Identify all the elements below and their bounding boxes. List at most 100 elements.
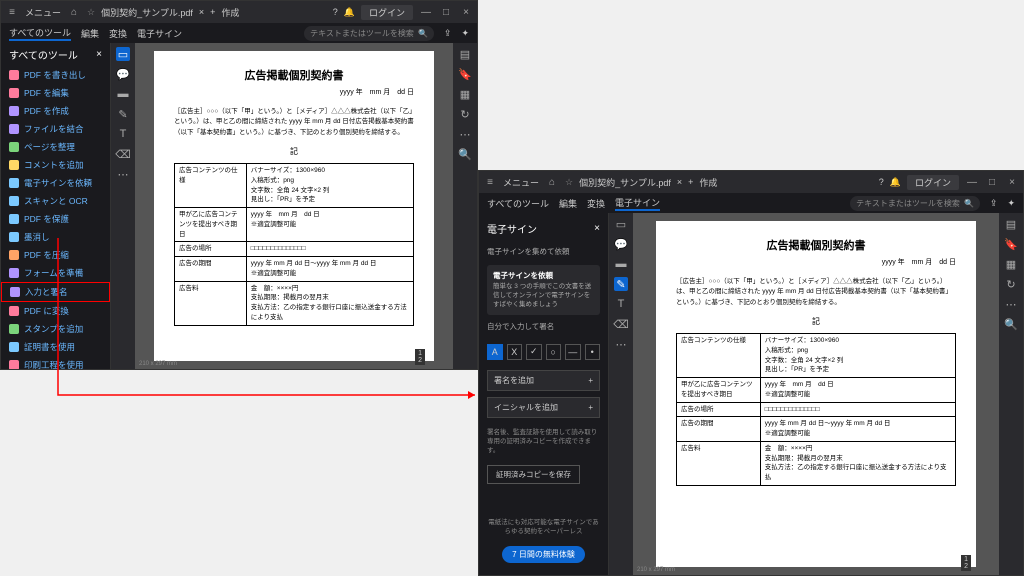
document-area[interactable]: 広告掲載個別契約書 yyyy 年 mm 月 dd 日 ［広告主］○○○（以下「甲…	[633, 213, 999, 575]
sign-tool-icon[interactable]: ✎	[614, 277, 628, 291]
tab-add[interactable]: +	[210, 7, 215, 17]
menu-label[interactable]: メニュー	[25, 6, 61, 19]
esign-request-box[interactable]: 電子サインを依頼簡単な 3 つの手順でこの文書を送信してオンラインで電子サインを…	[487, 265, 600, 315]
search-input[interactable]: テキストまたはツールを検索 🔍	[304, 26, 434, 41]
login-button[interactable]: ログイン	[361, 5, 413, 20]
search-input[interactable]: テキストまたはツールを検索 🔍	[850, 196, 980, 211]
rotate-icon[interactable]: ↻	[1004, 277, 1018, 291]
right-toolstrip: ▤ 🔖 ▦ ↻ ⋯ 🔍	[999, 213, 1023, 575]
sidebar-item[interactable]: PDF を圧縮	[1, 246, 110, 264]
highlight-tool-icon[interactable]: ▬	[614, 257, 628, 271]
comment-tool-icon[interactable]: 💬	[116, 67, 130, 81]
minimize-icon[interactable]: —	[965, 175, 979, 189]
more-tool-icon[interactable]: ⋯	[116, 167, 130, 181]
sidebar-all-tools: すべてのツール× PDF を書き出しPDF を編集PDF を作成ファイルを結合ペ…	[1, 43, 111, 369]
maximize-icon[interactable]: □	[439, 5, 453, 19]
doc-table: 広告コンテンツの仕様バナーサイズ：1300×960入稿形式：png文字数：全角 …	[676, 333, 956, 486]
comment-tool-icon[interactable]: 💬	[614, 237, 628, 251]
select-tool-icon[interactable]: ▭	[116, 47, 130, 61]
menubar: すべてのツール 編集 変換 電子サイン テキストまたはツールを検索 🔍 ⇪ ✦	[1, 23, 477, 43]
x-tool[interactable]: X	[507, 344, 523, 360]
esign-header: 電子サイン	[487, 221, 537, 236]
check-tool[interactable]: ✓	[526, 344, 542, 360]
sidebar-item[interactable]: 入力と署名	[1, 282, 110, 302]
trial-button[interactable]: 7 日間の無料体験	[502, 546, 585, 563]
close-icon[interactable]: ×	[459, 5, 473, 19]
sidebar-item[interactable]: PDF に変換	[1, 302, 110, 320]
ai-icon[interactable]: ✦	[461, 28, 469, 39]
sidebar-item[interactable]: 墨消し	[1, 228, 110, 246]
sidebar-close[interactable]: ×	[96, 49, 102, 60]
sidebar-item[interactable]: スタンプを追加	[1, 320, 110, 338]
menu-edit[interactable]: 編集	[81, 27, 99, 40]
erase-tool-icon[interactable]: ⌫	[614, 317, 628, 331]
circle-tool[interactable]: ○	[546, 344, 562, 360]
sidebar-item[interactable]: 証明書を使用	[1, 338, 110, 356]
menu-convert[interactable]: 変換	[109, 27, 127, 40]
text-field-tool[interactable]: A	[487, 344, 503, 360]
help-icon[interactable]: ?	[333, 7, 338, 17]
panel-close[interactable]: ×	[594, 223, 600, 234]
sidebar-item[interactable]: フォームを準備	[1, 264, 110, 282]
menu-icon[interactable]: ≡	[483, 175, 497, 189]
highlight-tool-icon[interactable]: ▬	[116, 87, 130, 101]
sidebar-item[interactable]: PDF を編集	[1, 84, 110, 102]
line-tool[interactable]: —	[565, 344, 581, 360]
close-icon[interactable]: ×	[1005, 175, 1019, 189]
sidebar-item[interactable]: スキャンと OCR	[1, 192, 110, 210]
panel-icon[interactable]: ▤	[1004, 217, 1018, 231]
sidebar-item[interactable]: PDF を保護	[1, 210, 110, 228]
zoom-icon[interactable]: 🔍	[1004, 317, 1018, 331]
sidebar-item[interactable]: PDF を作成	[1, 102, 110, 120]
home-icon[interactable]: ⌂	[67, 5, 81, 19]
text-tool-icon[interactable]: T	[614, 297, 628, 311]
ai-icon[interactable]: ✦	[1007, 198, 1015, 209]
help-icon[interactable]: ?	[879, 177, 884, 187]
maximize-icon[interactable]: □	[985, 175, 999, 189]
login-button[interactable]: ログイン	[907, 175, 959, 190]
star-icon[interactable]: ☆	[87, 7, 95, 18]
zoom-icon[interactable]: 🔍	[458, 147, 472, 161]
save-copy-button[interactable]: 証明済みコピーを保存	[487, 465, 580, 484]
thumb-icon[interactable]: ▦	[458, 87, 472, 101]
erase-tool-icon[interactable]: ⌫	[116, 147, 130, 161]
more-icon[interactable]: ⋯	[1004, 297, 1018, 311]
pdf-page: 広告掲載個別契約書 yyyy 年 mm 月 dd 日 ［広告主］○○○（以下「甲…	[656, 221, 976, 567]
more-icon[interactable]: ⋯	[458, 127, 472, 141]
sidebar-item[interactable]: ページを整理	[1, 138, 110, 156]
text-tool-icon[interactable]: T	[116, 127, 130, 141]
home-icon[interactable]: ⌂	[545, 175, 559, 189]
draw-tool-icon[interactable]: ✎	[116, 107, 130, 121]
menu-esign[interactable]: 電子サイン	[137, 27, 182, 40]
page-indicator[interactable]: 12	[415, 349, 425, 365]
menu-all-tools[interactable]: すべてのツール	[9, 26, 71, 41]
document-area[interactable]: 広告掲載個別契約書 yyyy 年 mm 月 dd 日 ［広告主］○○○（以下「甲…	[135, 43, 453, 369]
sidebar-item[interactable]: 電子サインを依頼	[1, 174, 110, 192]
add-initials-button[interactable]: イニシャルを追加+	[487, 397, 600, 418]
sidebar-item[interactable]: PDF を書き出し	[1, 66, 110, 84]
tab-close[interactable]: ×	[199, 7, 204, 17]
sidebar-item[interactable]: 印刷工程を使用	[1, 356, 110, 369]
bell-icon[interactable]: 🔔	[890, 177, 901, 188]
minimize-icon[interactable]: —	[419, 5, 433, 19]
rotate-icon[interactable]: ↻	[458, 107, 472, 121]
esign-panel: 電子サイン× 電子サインを集めて依頼 電子サインを依頼簡単な 3 つの手順でこの…	[479, 213, 609, 575]
bookmark-icon[interactable]: 🔖	[458, 67, 472, 81]
sidebar-item[interactable]: コメントを追加	[1, 156, 110, 174]
sidebar-item[interactable]: ファイルを結合	[1, 120, 110, 138]
titlebar: ≡ メニュー ⌂ ☆ 個別契約_サンプル.pdf × + 作成 ? 🔔 ログイン…	[1, 1, 477, 23]
create-label[interactable]: 作成	[221, 6, 239, 19]
select-tool-icon[interactable]: ▭	[614, 217, 628, 231]
share-icon[interactable]: ⇪	[444, 28, 452, 39]
more-tool-icon[interactable]: ⋯	[614, 337, 628, 351]
bell-icon[interactable]: 🔔	[344, 7, 355, 18]
star-icon[interactable]: ☆	[565, 177, 573, 188]
panel-icon[interactable]: ▤	[458, 47, 472, 61]
bookmark-icon[interactable]: 🔖	[1004, 237, 1018, 251]
add-signature-button[interactable]: 署名を追加+	[487, 370, 600, 391]
thumb-icon[interactable]: ▦	[1004, 257, 1018, 271]
share-icon[interactable]: ⇪	[990, 198, 998, 209]
page-indicator[interactable]: 12	[961, 555, 971, 571]
dot-tool[interactable]: •	[585, 344, 601, 360]
menu-icon[interactable]: ≡	[5, 5, 19, 19]
